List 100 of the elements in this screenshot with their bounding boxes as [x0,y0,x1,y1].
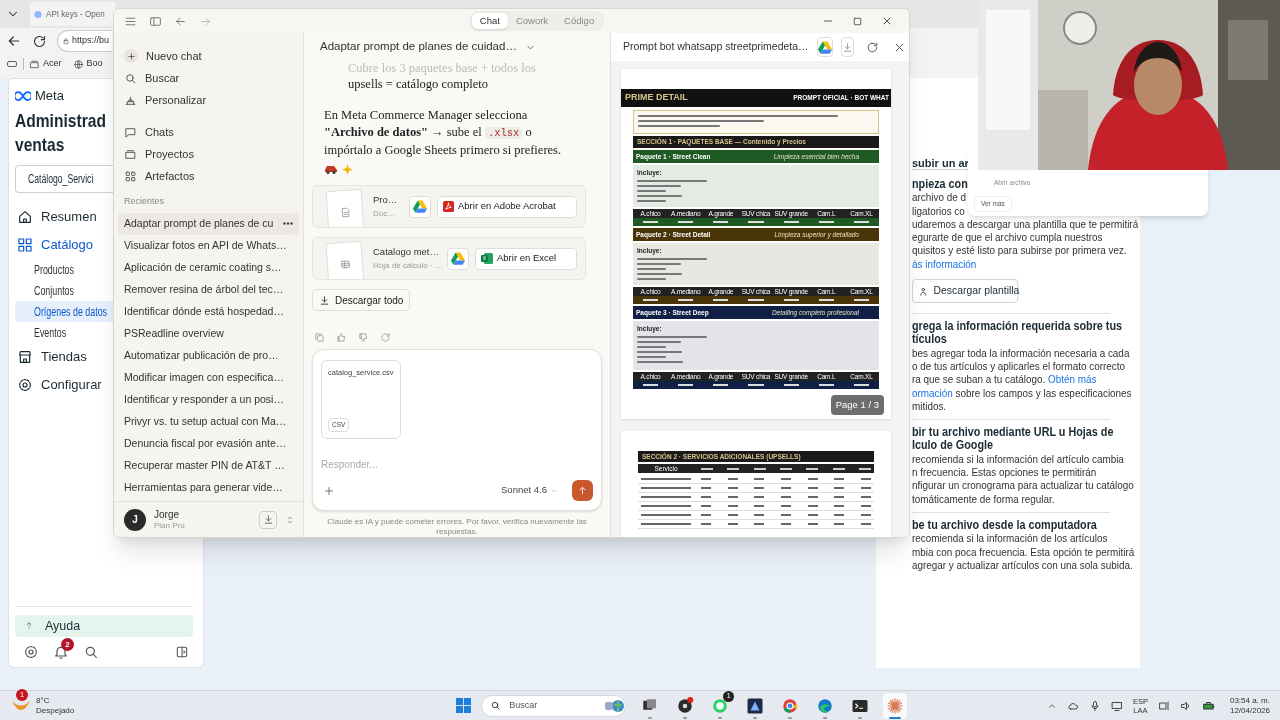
reload-icon[interactable] [32,33,47,49]
sidebar-action[interactable]: Personalizar [114,89,303,111]
thumbs-up-icon[interactable] [336,332,347,343]
recent-chat[interactable]: Identificar dónde está hospedad… [118,300,299,323]
sidebar-item[interactable]: Proyectos [114,143,303,165]
nav-item[interactable]: Catálogo [15,231,114,259]
windows-start-icon[interactable] [456,698,472,713]
recent-chat[interactable]: PSReadline overview [118,322,299,345]
retry-icon[interactable] [380,332,391,343]
send-button[interactable] [572,480,593,501]
home-icon [17,209,33,225]
bullet-text: upsells = catálogo completo [347,76,489,93]
recent-chat[interactable]: Denuncia fiscal por evasión ante… [118,432,299,455]
bookmark[interactable]: Boo [72,57,103,71]
record-app-icon [676,696,695,715]
maximize-icon[interactable] [852,15,863,27]
settings-icon[interactable] [23,644,39,660]
network-icon[interactable] [1157,699,1170,712]
globe-icon [603,698,626,713]
browser-tab[interactable]: API keys - Open [30,2,115,26]
document-brand: PRIME DETAIL [625,91,688,105]
link[interactable]: Obtén más [1047,373,1097,386]
folder-icon [29,58,40,70]
nav-subitem[interactable]: Eventos [15,322,114,343]
bookmark[interactable]: Acer [29,57,62,71]
file-card[interactable]: Catalogo met… Hoja de cálculo · … Abrir en Excel [312,237,586,280]
upload-option-tab[interactable]: subir un ar [912,157,969,169]
sidebar-action[interactable]: Nuevo chat [114,45,303,67]
lock-icon [62,37,70,45]
recent-chat[interactable]: Privyr vs. tu setup actual con Ma… [118,410,299,433]
help-item[interactable]: Ayuda [15,615,193,637]
recent-chat[interactable]: Identificar y responder a un posi… [118,388,299,411]
body-text-line: archivo de d [912,191,966,205]
link[interactable]: ás información [912,257,977,272]
chevron-updown-icon[interactable] [285,514,295,525]
body-text-line: egurarte de que el archivo cumpla nuestros [912,231,1103,245]
microphone-icon[interactable] [1088,699,1101,712]
download-icon [319,294,330,306]
recent-chat[interactable]: Remover resina de árbol del tec… [118,278,299,301]
person-icon [918,285,929,297]
drive-button[interactable] [447,247,469,270]
folder-icon [124,147,137,161]
sidebar-icon[interactable] [149,14,162,28]
download-button[interactable] [259,510,277,529]
display-icon[interactable] [1110,699,1123,712]
chat-app-icon [711,696,730,715]
sidebar-item[interactable]: Chats [114,121,303,143]
mode-tab[interactable]: Chat [471,13,508,29]
plus-icon[interactable] [323,484,335,497]
nav-item[interactable]: Tiendas [15,343,114,371]
address-bar[interactable]: https://bu [57,30,112,52]
recent-chat[interactable]: Visualizar fotos en API de Whats… [118,234,299,257]
recent-chat[interactable]: Aplicación de ceramic coating s… [118,256,299,279]
drive-icon [413,200,427,213]
refresh-icon[interactable] [865,40,879,54]
text-lines-drawing [637,179,707,202]
nav-subitem[interactable]: Conjuntos [15,280,114,301]
back-icon[interactable] [6,33,22,49]
drive-button[interactable] [816,37,833,57]
link[interactable]: ormación [912,386,953,399]
recent-chat[interactable]: Modificar imagen con especifica… [118,366,299,389]
bell-icon[interactable] [53,644,69,660]
clock[interactable]: 03:54 a. m. 12/04/2026 [1229,695,1270,716]
download-icon [262,514,274,525]
spreadsheet-icon [339,257,351,270]
file-card[interactable]: Pro… Doc… Abrir en Adobe Acrobat [312,185,586,228]
car-icon [324,164,338,174]
open-in-app-button[interactable]: Abrir en Adobe Acrobat [437,195,577,218]
recent-chat[interactable]: Adaptar prompt de planes de cu [118,212,299,235]
panel-icon[interactable] [175,645,189,659]
recent-chat[interactable]: Automatizar publicación de pro… [118,344,299,367]
sidebar-action[interactable]: Buscar [114,67,303,89]
nav-item[interactable]: Resumen [15,203,114,231]
more-icon [283,222,293,225]
open-in-app-button[interactable]: Abrir en Excel [475,247,577,270]
chat-title[interactable]: Adaptar prompt de planes de cuidad… [320,38,517,56]
chat-icon [124,125,137,139]
speaker-icon[interactable] [1179,699,1192,712]
close-icon[interactable] [881,15,893,27]
download-all-button[interactable]: Descargar todo [312,289,411,311]
card-icon[interactable] [6,58,18,70]
settings-icon [17,377,33,393]
recent-chat[interactable]: Recuperar master PIN de AT&T … [118,454,299,477]
browser-icon [816,696,835,715]
nav-subitem[interactable]: Orígenes de datos [15,301,114,322]
model-selector[interactable]: Sonnet 4.6 [501,483,558,498]
body-text-line: nfigurar un cronograma para actualizar tu catálogo [912,479,1134,493]
file-name: Pro… [373,193,399,208]
sidebar-item[interactable]: Artefactos [114,165,303,187]
taskbar-search[interactable]: Buscar [481,694,627,717]
reply-input[interactable]: Responder... [321,457,593,472]
thumbs-down-icon[interactable] [358,332,369,343]
search-icon[interactable] [83,644,99,660]
nav-item[interactable]: Configurar [15,371,114,399]
weather-condition: Despejado [36,705,75,716]
user-avatar[interactable]: J [124,508,146,531]
recent-chat[interactable]: Herramientas para generar vide… [118,476,299,499]
nav-subitem[interactable]: Productos [15,259,114,280]
inline-code: .xlsx [484,127,523,139]
drive-button[interactable] [409,195,431,218]
